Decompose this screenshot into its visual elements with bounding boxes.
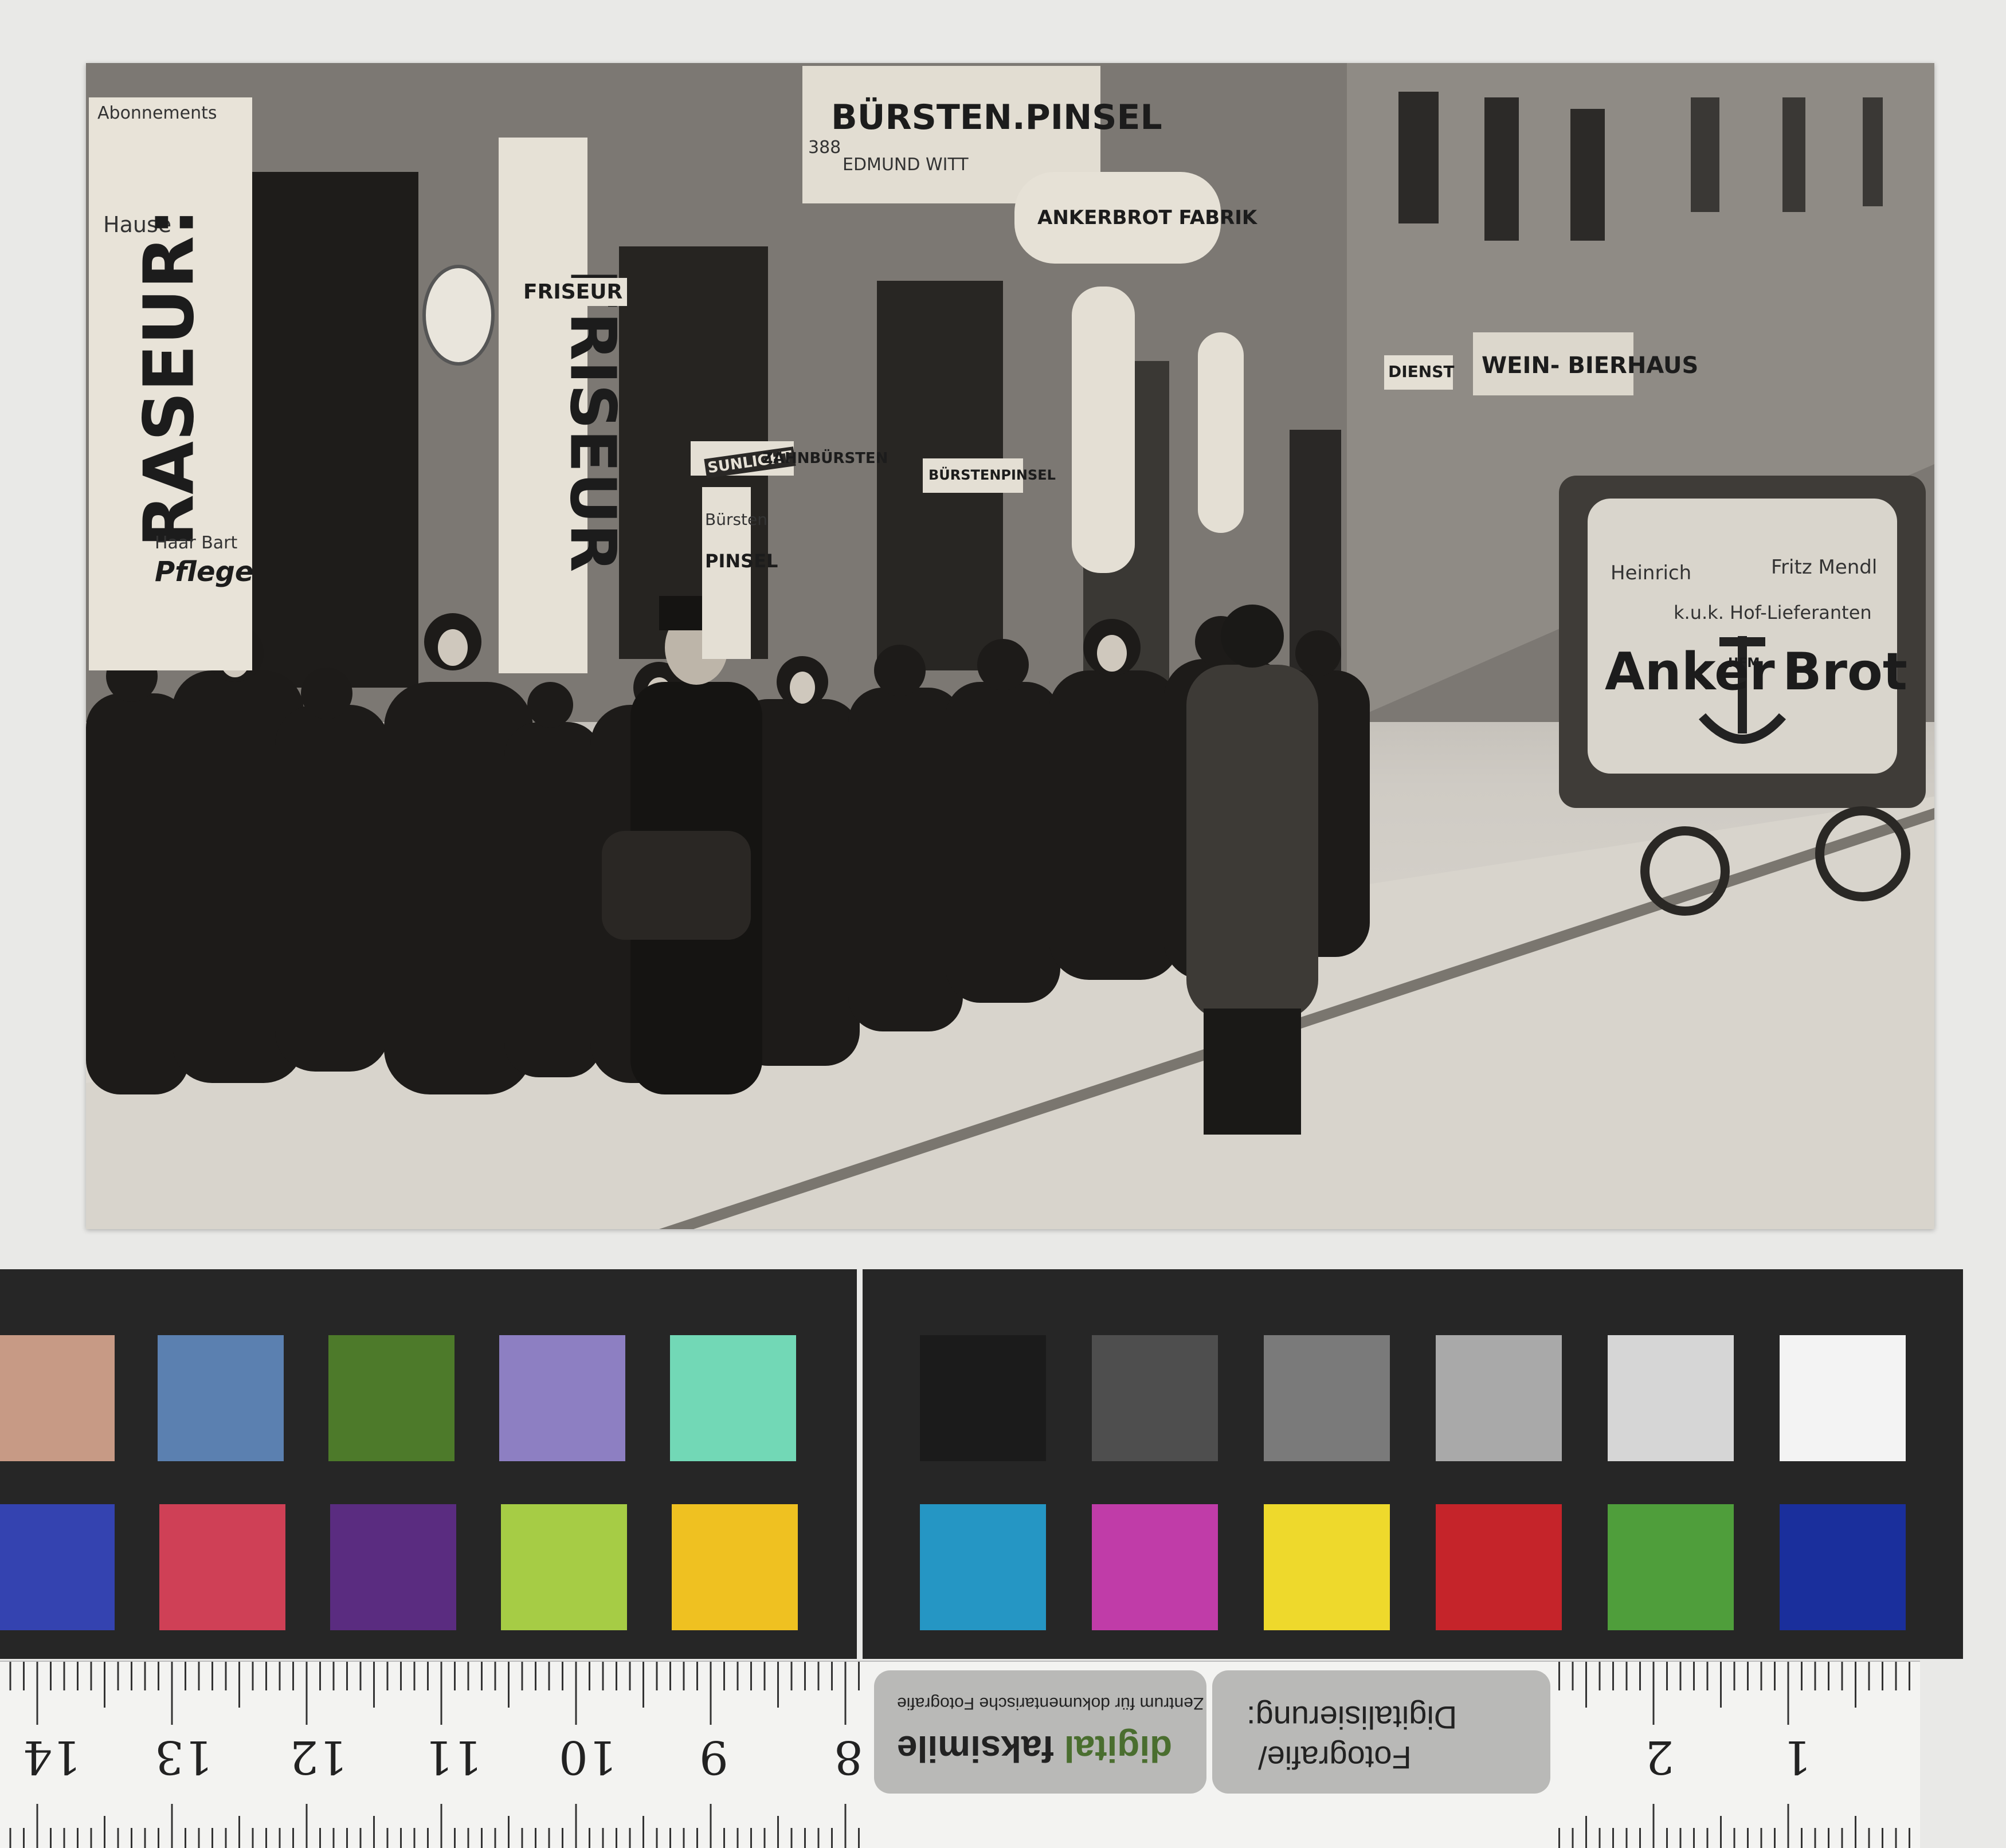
sign-dienst: DIENST	[1388, 362, 1455, 381]
label-fotografie: Fotografie/	[1258, 1740, 1412, 1776]
color-patch	[1780, 1335, 1906, 1461]
cart-text-hfm: HFM	[1728, 656, 1760, 670]
color-patch	[0, 1335, 115, 1461]
label-zentrum: Zentrum für dokumentarische Fotografie	[897, 1694, 1204, 1713]
ruler-number-8: 8	[834, 1731, 863, 1784]
label-digitalisierung: Digitalisierung:	[1247, 1700, 1458, 1736]
color-patch	[328, 1335, 455, 1461]
color-patch	[1608, 1335, 1734, 1461]
color-patch	[1264, 1335, 1390, 1461]
color-patch	[499, 1335, 625, 1461]
color-patch	[158, 1335, 284, 1461]
sign-haar-bart: Haar Bart	[155, 533, 238, 553]
window	[1863, 97, 1883, 206]
window	[1398, 92, 1439, 223]
oval-sign	[1072, 287, 1135, 573]
measurement-ruler: 14 13 12 11 10 9 8 2 1 Zentrum für dokum…	[0, 1661, 1920, 1848]
oval-sign	[1198, 332, 1244, 533]
label-brand-faksimile: faksimile	[897, 1728, 1054, 1769]
sign-friseur-board: FRISEUR	[556, 269, 630, 572]
color-patch	[1436, 1504, 1562, 1630]
color-patch	[1780, 1504, 1906, 1630]
ruler-number-12: 12	[289, 1731, 348, 1784]
color-patch	[0, 1504, 115, 1630]
sign-edmund: EDMUND WITT	[843, 155, 969, 175]
ruler-number-10: 10	[559, 1731, 617, 1784]
ruler-number-14: 14	[23, 1731, 81, 1784]
sign-pflege: Pflege	[155, 556, 254, 588]
label-faksimile-brand: digital faksimile	[897, 1728, 1172, 1770]
ruler-number-1: 1	[1782, 1731, 1812, 1784]
window	[1484, 97, 1519, 241]
faksimile-label: Zentrum für dokumentarische Fotografie d…	[874, 1670, 1206, 1794]
sign-friseur-small: FRISEUR	[519, 278, 628, 306]
color-patch	[1436, 1335, 1562, 1461]
man-in-coat-figure	[1186, 605, 1318, 1135]
color-patch	[920, 1504, 1046, 1630]
street-lamp	[422, 265, 495, 366]
color-patch	[501, 1504, 627, 1630]
cart-text-brot: Brot	[1782, 642, 1907, 702]
color-patch	[1264, 1504, 1390, 1630]
cart-text-fritz: Fritz Mendl	[1771, 556, 1878, 579]
color-patch	[330, 1504, 456, 1630]
sign-pinsel: PINSEL	[705, 550, 778, 572]
historic-photograph: Abonnements Hause RASEUR: Haar Bart Pfle…	[86, 63, 1934, 1229]
color-patch	[920, 1335, 1046, 1461]
fotografie-label: Digitalisierung: Fotografie/	[1212, 1670, 1550, 1794]
label-brand-digital: digital	[1064, 1728, 1173, 1769]
cart-text-heinrich: Heinrich	[1611, 562, 1692, 584]
sign-number: 388	[808, 138, 841, 158]
sign-raseur: RASEUR:	[130, 208, 210, 548]
sign-buersten: Bürsten	[705, 510, 768, 529]
color-patch	[1092, 1504, 1218, 1630]
window	[1691, 97, 1719, 212]
sign-ankerbrot: ANKERBROT FABRIK	[1037, 206, 1257, 229]
sign-wein-bierhaus: WEIN- BIERHAUS	[1482, 352, 1699, 379]
color-patch	[670, 1335, 796, 1461]
sign-zahnbuersten: ZAHNBÜRSTEN	[762, 450, 888, 467]
ruler-number-9: 9	[699, 1731, 728, 1784]
sign-buersten-pinsel: BÜRSTEN.PINSEL	[831, 97, 1162, 138]
cart-text-anker: Anker	[1605, 642, 1775, 702]
ruler-number-13: 13	[155, 1731, 213, 1784]
ruler-number-11: 11	[424, 1731, 483, 1784]
color-patch	[1092, 1335, 1218, 1461]
cart-text-hoflieferanten: k.u.k. Hof-Lieferanten	[1674, 602, 1872, 623]
color-patch	[1608, 1504, 1734, 1630]
color-patch	[159, 1504, 285, 1630]
window	[1570, 109, 1605, 241]
ruler-number-2: 2	[1645, 1731, 1674, 1784]
window	[1782, 97, 1805, 212]
sign-buerstenpinsel-small: BÜRSTENPINSEL	[928, 467, 1056, 483]
doorway	[246, 172, 418, 688]
color-patch	[672, 1504, 798, 1630]
sign-abonnements: Abonnements	[97, 103, 217, 123]
